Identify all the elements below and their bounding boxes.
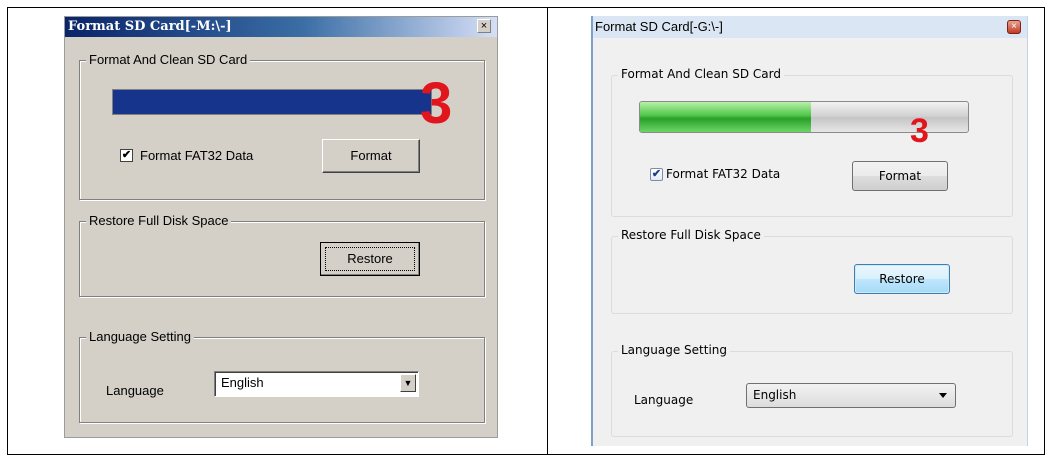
language-label: Language <box>106 383 164 398</box>
format-button[interactable]: Format <box>322 139 420 173</box>
restore-button-label: Restore <box>347 251 393 266</box>
restore-group-legend: Restore Full Disk Space <box>618 228 764 242</box>
restore-button-label: Restore <box>879 272 925 286</box>
language-select[interactable]: English ▼ <box>214 371 419 397</box>
language-select[interactable]: English <box>746 383 956 408</box>
close-icon[interactable]: × <box>477 19 491 33</box>
title-bar[interactable]: Format SD Card[-G:\-] × <box>593 16 1027 38</box>
format-fat32-checkbox[interactable]: ✔ <box>650 168 663 181</box>
format-button-label: Format <box>878 169 922 183</box>
title-bar[interactable]: Format SD Card[-M:\-] × <box>65 17 497 37</box>
dropdown-arrow-icon[interactable] <box>939 393 947 398</box>
format-button-label: Format <box>350 148 392 163</box>
format-group: Format And Clean SD Card 3 ✔ Format FAT3… <box>79 52 485 200</box>
format-button[interactable]: Format <box>852 161 948 191</box>
restore-button[interactable]: Restore <box>854 264 950 294</box>
step-number-label: 3 <box>420 71 453 136</box>
restore-group: Restore Full Disk Space Restore <box>79 213 485 297</box>
modern-dialog-window: Format SD Card[-G:\-] × Format And Clean… <box>591 16 1028 446</box>
restore-group: Restore Full Disk Space Restore <box>611 228 1013 314</box>
restore-group-legend: Restore Full Disk Space <box>86 213 232 228</box>
restore-button[interactable]: Restore <box>320 242 420 276</box>
format-progress-bar <box>112 89 432 115</box>
format-group-legend: Format And Clean SD Card <box>618 67 784 81</box>
language-select-value: English <box>753 388 797 402</box>
format-fat32-label: Format FAT32 Data <box>140 148 254 163</box>
language-group: Language Setting Language English <box>611 343 1013 437</box>
language-label: Language <box>634 393 694 407</box>
format-group: Format And Clean SD Card 3 ✔ Format FAT3… <box>611 67 1013 217</box>
close-icon[interactable]: × <box>1007 20 1021 34</box>
comparison-divider <box>547 7 548 455</box>
classic-dialog-window: Format SD Card[-M:\-] × Format And Clean… <box>64 16 498 438</box>
language-select-value: English <box>221 375 264 390</box>
format-group-legend: Format And Clean SD Card <box>86 52 251 67</box>
language-group-legend: Language Setting <box>618 343 731 357</box>
format-progress-fill <box>640 102 811 132</box>
format-fat32-checkbox[interactable]: ✔ <box>120 149 133 162</box>
language-group-legend: Language Setting <box>86 329 194 344</box>
dialog-body: Format And Clean SD Card 3 ✔ Format FAT3… <box>593 38 1027 446</box>
dropdown-arrow-icon[interactable]: ▼ <box>400 374 416 392</box>
step-number-label: 3 <box>910 112 929 150</box>
language-group: Language Setting Language English ▼ <box>79 329 485 423</box>
window-title: Format SD Card[-G:\-] <box>595 19 723 34</box>
format-progress-fill <box>113 90 431 114</box>
format-fat32-label: Format FAT32 Data <box>666 167 781 181</box>
window-title: Format SD Card[-M:\-] <box>68 19 232 34</box>
